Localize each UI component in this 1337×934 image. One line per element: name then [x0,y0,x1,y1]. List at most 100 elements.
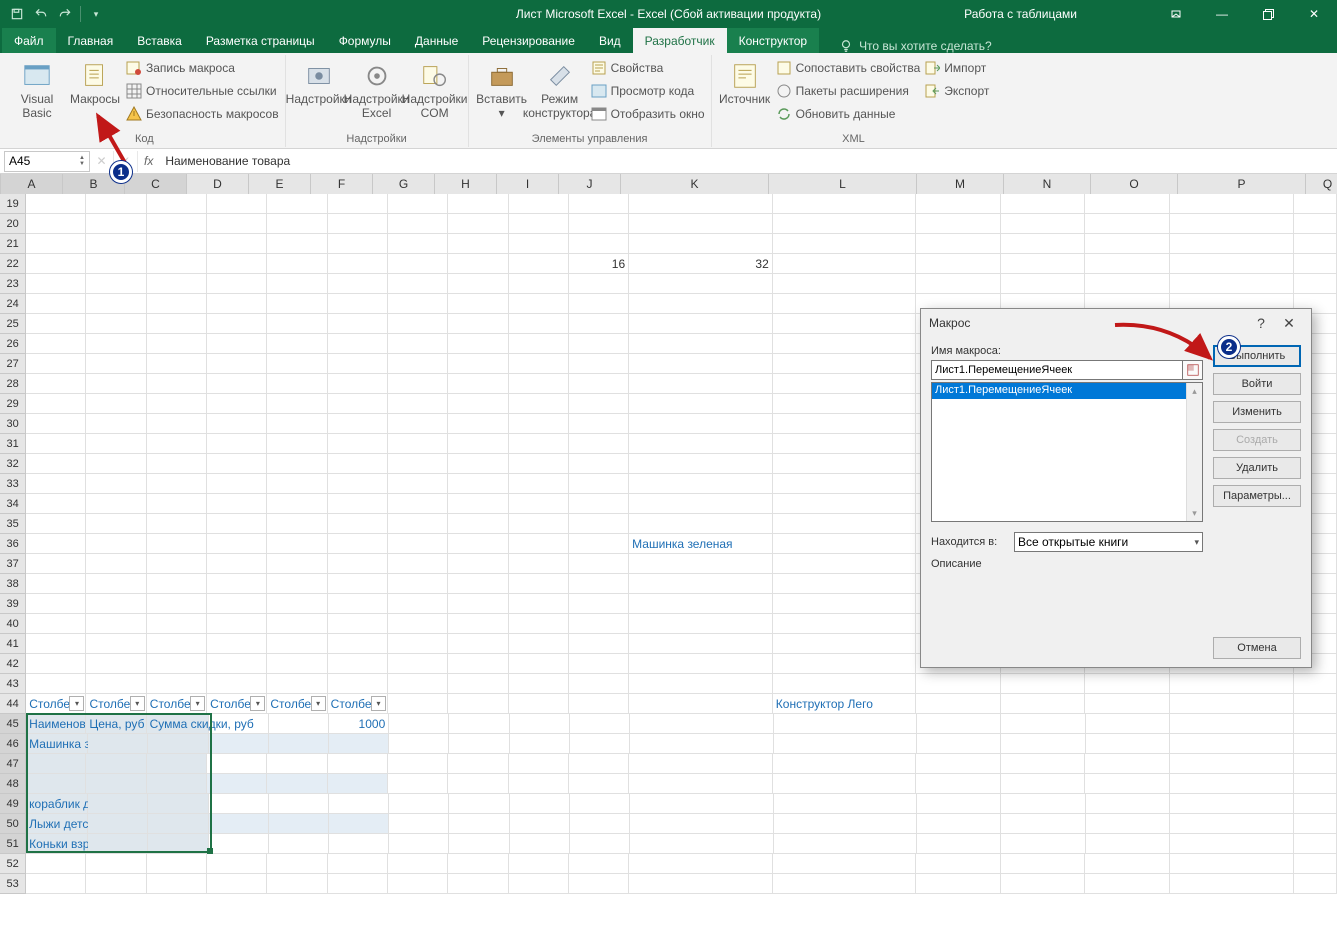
cell[interactable] [570,734,630,754]
cell[interactable] [207,434,267,454]
cell[interactable] [916,694,1001,714]
cell[interactable] [86,614,146,634]
cell[interactable] [509,874,569,894]
cell[interactable] [388,374,448,394]
cell[interactable] [509,634,569,654]
cell[interactable] [509,294,569,314]
cell[interactable] [207,274,267,294]
cell[interactable] [388,314,448,334]
cell[interactable] [209,734,269,754]
cell[interactable] [86,574,146,594]
cell[interactable] [1294,214,1337,234]
cell[interactable] [388,194,448,214]
cell[interactable] [570,714,630,734]
cell[interactable] [328,234,388,254]
cell[interactable] [328,314,388,334]
cell[interactable] [147,294,207,314]
cell[interactable] [1085,254,1170,274]
cell[interactable] [207,454,267,474]
cell[interactable] [448,654,508,674]
cell[interactable] [916,874,1001,894]
cell[interactable] [86,594,146,614]
cell[interactable] [147,394,207,414]
cell[interactable] [917,834,1001,854]
cell[interactable] [389,714,449,734]
cell[interactable] [1001,734,1085,754]
row-header[interactable]: 41 [0,634,26,654]
insert-control-button[interactable]: Вставить▾ [475,57,529,121]
tab-view[interactable]: Вид [587,28,633,53]
maximize-icon[interactable] [1245,0,1291,28]
cell[interactable] [448,394,508,414]
cell[interactable] [629,554,773,574]
cell[interactable] [630,814,773,834]
row-header[interactable]: 24 [0,294,26,314]
cell[interactable] [148,734,208,754]
cell[interactable] [388,854,448,874]
cell[interactable] [1001,834,1085,854]
cell[interactable] [267,234,327,254]
cell[interactable] [1001,794,1085,814]
cell[interactable] [1085,874,1170,894]
addins-button[interactable]: Надстройки [292,57,346,107]
cell[interactable] [1085,674,1170,694]
cell[interactable] [267,254,327,274]
cell[interactable] [916,674,1001,694]
cell[interactable] [147,334,207,354]
row-header[interactable]: 23 [0,274,26,294]
cell[interactable] [207,774,267,794]
col-header-H[interactable]: H [435,174,497,194]
cell[interactable] [86,274,146,294]
cell[interactable] [569,474,629,494]
cell[interactable] [26,674,86,694]
export-button[interactable]: Экспорт [924,80,989,102]
cell[interactable] [267,414,327,434]
cell[interactable] [328,434,388,454]
cell[interactable] [448,194,508,214]
cell[interactable] [917,814,1001,834]
col-header-Q[interactable]: Q [1306,174,1337,194]
cell[interactable] [86,214,146,234]
cell[interactable] [328,474,388,494]
cell[interactable] [267,754,327,774]
cell[interactable] [629,514,773,534]
cell[interactable] [1294,874,1337,894]
cell[interactable] [26,194,86,214]
cell[interactable] [267,274,327,294]
cell[interactable] [1294,254,1337,274]
cell[interactable] [269,834,329,854]
cell[interactable] [207,574,267,594]
cell[interactable] [86,254,146,274]
cell[interactable] [1294,834,1337,854]
cell[interactable] [509,754,569,774]
list-scrollbar[interactable]: ▴▾ [1186,383,1202,521]
cell[interactable] [773,654,917,674]
cell[interactable] [1001,694,1086,714]
cell[interactable] [269,814,329,834]
col-header-N[interactable]: N [1004,174,1091,194]
cell[interactable] [26,454,86,474]
row-header[interactable]: 25 [0,314,26,334]
cell[interactable] [328,294,388,314]
step-into-button[interactable]: Войти [1213,373,1301,395]
cell[interactable] [448,534,508,554]
cell[interactable]: Коньки взрослые [26,834,88,854]
cell[interactable] [448,414,508,434]
cell[interactable] [629,614,773,634]
cell[interactable] [1170,234,1294,254]
cell[interactable] [86,754,146,774]
row-header[interactable]: 35 [0,514,26,534]
cell[interactable] [147,214,207,234]
cell[interactable] [569,234,629,254]
cell[interactable] [916,274,1001,294]
cell[interactable] [88,794,148,814]
row-header[interactable]: 48 [0,774,26,794]
cell[interactable] [86,314,146,334]
cell[interactable] [328,514,388,534]
cell[interactable] [448,594,508,614]
cell[interactable] [773,434,917,454]
cell[interactable] [629,874,773,894]
cell[interactable] [570,794,630,814]
cell[interactable] [388,414,448,434]
tab-review[interactable]: Рецензирование [470,28,587,53]
